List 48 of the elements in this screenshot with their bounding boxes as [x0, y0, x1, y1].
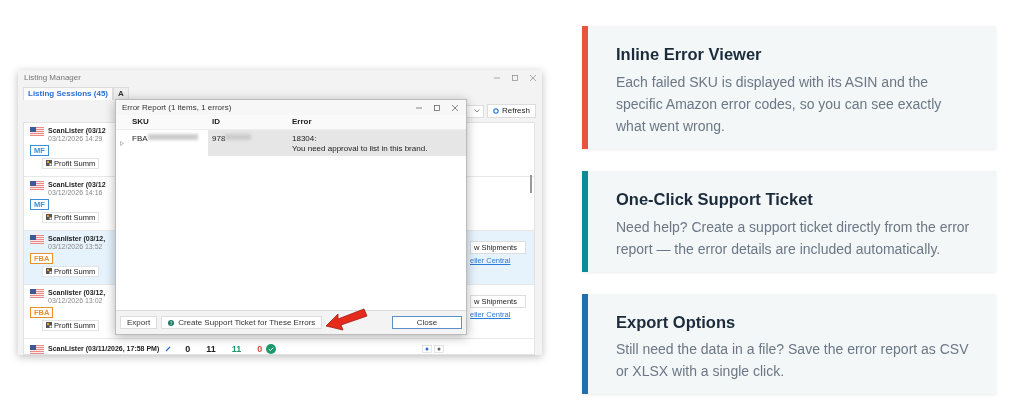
count-value: 0 — [257, 343, 263, 355]
close-icon — [452, 104, 458, 111]
flag-icon — [30, 289, 44, 298]
flag-icon — [30, 235, 44, 244]
tab[interactable]: Listing Sessions (45) — [23, 87, 114, 100]
scrollbar-thumb[interactable] — [530, 175, 532, 193]
feature-title: One-Click Support Ticket — [616, 188, 814, 210]
refresh-icon — [493, 108, 499, 114]
flag-icon — [30, 127, 44, 136]
blurred-redaction — [225, 134, 252, 140]
feature-title: Inline Error Viewer — [616, 44, 763, 65]
dialog-title: Error Report (1 items, 1 errors) — [122, 102, 232, 113]
annotation-arrow — [324, 306, 368, 332]
grid-icon — [46, 268, 52, 275]
close-icon — [530, 75, 536, 81]
flag-icon — [30, 344, 44, 354]
id-cell: 978 — [212, 134, 226, 144]
help-icon — [168, 319, 175, 326]
count-value: 11 — [231, 343, 242, 355]
chevron-down-icon — [474, 109, 480, 113]
feature-description: Need help? Create a support ticket directly from the error report — the error details are included automatically. — [616, 217, 971, 259]
maximize-icon — [512, 75, 518, 81]
export-button[interactable]: Export — [120, 315, 158, 330]
flag-icon — [30, 181, 44, 190]
grid-icon — [46, 214, 52, 221]
feature-description: Each failed SKU is displayed with its ASIN and the specific Amazon error codes, so you can see exactly what went wrong. — [616, 72, 943, 136]
count-value: 0 — [185, 343, 191, 355]
minimize-icon — [494, 75, 500, 81]
pencil-icon — [165, 346, 172, 352]
minimize-icon — [416, 104, 422, 111]
support-ticket-button[interactable]: Create Support Ticket for These Errors — [161, 315, 323, 330]
maximize-icon — [434, 104, 440, 111]
feature-description: Still need the data in a file? Save the error report as CSV or XLSX with a single click. — [616, 340, 970, 382]
error-message: You need approval to list in this brand. — [292, 143, 429, 154]
blurred-redaction — [147, 134, 198, 140]
error-code: 18304: — [292, 134, 318, 144]
grid-icon — [46, 160, 52, 167]
close-button[interactable]: Close — [392, 315, 462, 330]
column-header: ID — [211, 117, 221, 127]
count-value: 11 — [206, 343, 216, 355]
column-header: SKU — [131, 117, 150, 127]
feature-title: Export Options — [616, 311, 737, 333]
expand-icon — [120, 140, 124, 146]
window-title: Listing Manager — [24, 73, 81, 83]
sku-cell: FBA — [132, 134, 148, 144]
column-header: Error — [291, 117, 313, 127]
refresh-button[interactable]: Refresh — [487, 104, 536, 118]
grid-icon — [46, 322, 52, 329]
